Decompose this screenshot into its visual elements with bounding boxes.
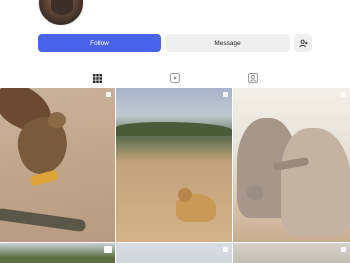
post-thumbnail-savanna[interactable] <box>233 243 350 263</box>
message-button[interactable]: Message <box>165 34 290 52</box>
multi-photo-icon <box>223 247 228 252</box>
post-thumbnail-landscape[interactable] <box>0 243 115 263</box>
follow-button[interactable]: Follow <box>38 34 161 52</box>
avatar-beard <box>51 0 73 15</box>
eagle-head <box>48 112 66 128</box>
profile-actions: Follow Message <box>38 34 312 52</box>
post-thumbnail-eagle[interactable] <box>0 88 115 242</box>
profile-avatar[interactable] <box>38 0 84 26</box>
suggest-people-button[interactable] <box>294 34 312 52</box>
tab-tagged[interactable] <box>246 71 260 85</box>
tagged-icon <box>248 73 258 83</box>
posts-grid <box>0 88 350 263</box>
post-thumbnail-elephants[interactable] <box>233 88 350 242</box>
add-person-icon <box>298 39 308 47</box>
multi-photo-icon <box>223 92 228 97</box>
profile-tabs <box>0 70 350 86</box>
lizard <box>0 207 87 233</box>
grid-icon <box>92 73 102 83</box>
background-elephant <box>247 186 263 200</box>
tree-line <box>116 122 232 136</box>
tab-posts[interactable] <box>90 71 104 85</box>
post-thumbnail-lion[interactable] <box>116 88 232 242</box>
post-thumbnail-sky[interactable] <box>116 243 232 263</box>
lion-head <box>178 188 192 202</box>
elephant <box>281 128 350 236</box>
reels-icon <box>170 73 180 83</box>
multi-photo-icon <box>106 92 111 97</box>
video-icon <box>104 246 112 253</box>
tab-reels[interactable] <box>168 71 182 85</box>
multi-photo-icon <box>341 247 346 252</box>
multi-photo-icon <box>341 92 346 97</box>
